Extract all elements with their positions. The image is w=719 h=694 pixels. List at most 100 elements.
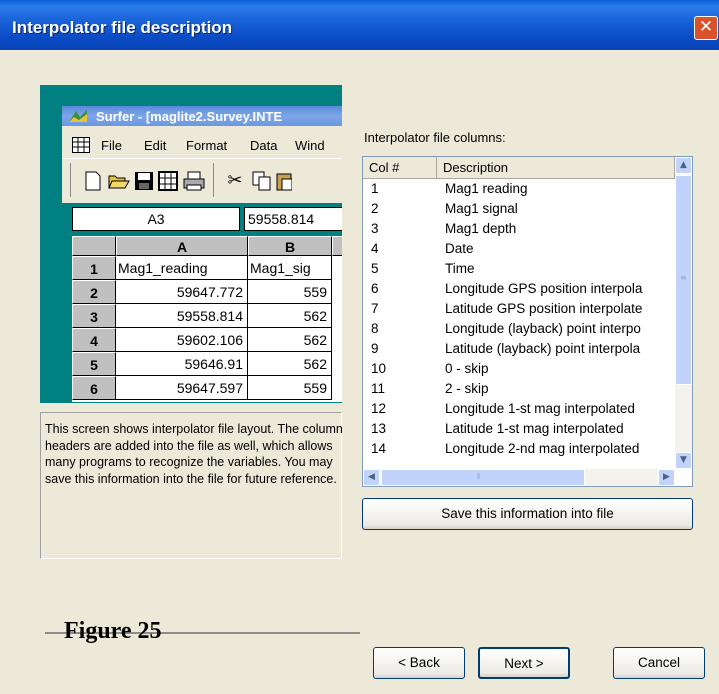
surfer-app-icon — [69, 110, 87, 122]
toolbar-separator — [213, 163, 214, 197]
list-item[interactable]: 13 Latitude 1-st mag interpolated — [363, 419, 675, 439]
list-item[interactable]: 10 0 - skip — [363, 359, 675, 379]
list-item[interactable]: 12 Longitude 1-st mag interpolated — [363, 399, 675, 419]
description-text: This screen shows interpolator file layo… — [45, 422, 343, 487]
column-header-c[interactable] — [332, 236, 342, 256]
row-header[interactable]: 2 — [72, 280, 116, 304]
row-header[interactable]: 3 — [72, 304, 116, 328]
paste-icon[interactable] — [276, 171, 292, 191]
next-button[interactable]: Next > — [478, 647, 570, 679]
grid-cell[interactable]: 59602.106 — [116, 328, 248, 352]
col-description: Latitude (layback) point interpola — [445, 341, 641, 356]
column-header-col-number[interactable]: Col # — [363, 157, 437, 179]
list-item[interactable]: 9 Latitude (layback) point interpola — [363, 339, 675, 359]
cancel-button[interactable]: Cancel — [613, 647, 705, 679]
worksheet-icon — [72, 137, 90, 153]
surfer-title: Surfer - [maglite2.Survey.INTE — [96, 109, 283, 124]
scroll-up-icon[interactable]: ▲ — [675, 157, 692, 174]
row-header[interactable]: 5 — [72, 352, 116, 376]
scroll-right-icon[interactable]: ▶ — [658, 469, 675, 486]
list-item[interactable]: 3 Mag1 depth — [363, 219, 675, 239]
row-header[interactable]: 4 — [72, 328, 116, 352]
col-number: 3 — [371, 221, 379, 236]
column-header-description[interactable]: Description — [437, 157, 675, 179]
col-description: Latitude GPS position interpolate — [445, 301, 643, 316]
column-header-a[interactable]: A — [116, 236, 248, 256]
back-button[interactable]: < Back — [373, 647, 465, 679]
scroll-down-icon[interactable]: ▼ — [675, 452, 692, 469]
grid-cell[interactable]: 562 — [248, 328, 332, 352]
toolbar-separator — [70, 163, 71, 197]
open-folder-icon[interactable] — [108, 172, 130, 190]
menu-format[interactable]: Format — [186, 138, 227, 153]
row-header[interactable]: 6 — [72, 376, 116, 400]
menu-file[interactable]: File — [101, 138, 122, 153]
list-item[interactable]: 2 Mag1 signal — [363, 199, 675, 219]
sheet-icon[interactable] — [158, 171, 178, 191]
col-number: 6 — [371, 281, 379, 296]
list-item[interactable]: 6 Longitude GPS position interpola — [363, 279, 675, 299]
col-number: 8 — [371, 321, 379, 336]
col-description: Latitude 1-st mag interpolated — [445, 421, 624, 436]
scroll-left-icon[interactable]: ◀ — [363, 469, 380, 486]
list-item[interactable]: 1 Mag1 reading — [363, 179, 675, 199]
list-item[interactable]: 7 Latitude GPS position interpolate — [363, 299, 675, 319]
grid-cell[interactable]: 59647.597 — [116, 376, 248, 400]
col-description: Time — [445, 261, 475, 276]
menu-window[interactable]: Wind — [295, 138, 325, 153]
col-description: Longitude GPS position interpola — [445, 281, 643, 296]
col-number: 2 — [371, 201, 379, 216]
grid-cell[interactable]: 562 — [248, 352, 332, 376]
copy-icon[interactable] — [252, 171, 272, 191]
col-number: 4 — [371, 241, 379, 256]
list-item[interactable]: 8 Longitude (layback) point interpo — [363, 319, 675, 339]
horizontal-scrollbar[interactable]: ◀ ⦀ ▶ — [363, 469, 675, 486]
grid-cell[interactable]: 59647.772 — [116, 280, 248, 304]
column-header-b[interactable]: B — [248, 236, 332, 256]
col-description: Mag1 depth — [445, 221, 517, 236]
list-item[interactable]: 11 2 - skip — [363, 379, 675, 399]
cut-icon[interactable]: ✂ — [224, 170, 246, 192]
col-number: 5 — [371, 261, 379, 276]
col-number: 12 — [371, 401, 387, 416]
grip-icon: ⦀ — [477, 472, 481, 481]
cell-value-box[interactable]: 59558.814 — [244, 207, 342, 231]
grid-cell[interactable]: 562 — [248, 304, 332, 328]
cell-reference-box[interactable]: A3 — [72, 207, 240, 231]
col-description: Date — [445, 241, 474, 256]
save-icon[interactable] — [134, 171, 154, 191]
grid-corner[interactable] — [72, 236, 116, 256]
close-button[interactable]: ✕ — [694, 16, 718, 40]
col-description: 2 - skip — [445, 381, 489, 396]
col-number: 1 — [371, 181, 379, 196]
vertical-scrollbar[interactable]: ▲ ≡ ▼ — [675, 157, 692, 469]
grid-cell[interactable]: 559 — [248, 376, 332, 400]
col-description: Longitude (layback) point interpo — [445, 321, 641, 336]
grid-cell[interactable]: Mag1_sig — [248, 256, 332, 280]
grid-cell[interactable]: Mag1_reading — [116, 256, 248, 280]
grip-icon: ≡ — [680, 273, 687, 282]
col-number: 11 — [371, 381, 386, 396]
grid-cell[interactable]: 59646.91 — [116, 352, 248, 376]
columns-listview[interactable]: Col # Description 1 Mag1 reading 2 Mag1 si… — [362, 156, 693, 487]
list-item[interactable]: 5 Time — [363, 259, 675, 279]
col-number: 10 — [371, 361, 387, 376]
save-info-button[interactable]: Save this information into file — [362, 498, 693, 530]
new-file-icon[interactable] — [84, 171, 102, 191]
col-description: Longitude 2-nd mag interpolated — [445, 441, 640, 456]
columns-list-label: Interpolator file columns: — [364, 130, 506, 145]
menu-data[interactable]: Data — [250, 138, 277, 153]
grid-cell[interactable]: 59558.814 — [116, 304, 248, 328]
row-header[interactable]: 1 — [72, 256, 116, 280]
horizontal-scroll-thumb[interactable] — [381, 469, 585, 486]
dialog-window: Interpolator file description ✕ Surfer -… — [0, 0, 719, 694]
print-icon[interactable] — [183, 171, 205, 191]
list-item[interactable]: 4 Date — [363, 239, 675, 259]
col-number: 9 — [371, 341, 379, 356]
grid-cell[interactable]: 559 — [248, 280, 332, 304]
list-item[interactable]: 14 Longitude 2-nd mag interpolated — [363, 439, 675, 459]
menu-edit[interactable]: Edit — [144, 138, 166, 153]
col-description: Longitude 1-st mag interpolated — [445, 401, 635, 416]
spreadsheet-grid: A B 1 Mag1_reading Mag1_sig 2 59647.772 … — [72, 236, 342, 402]
col-number: 14 — [371, 441, 387, 456]
